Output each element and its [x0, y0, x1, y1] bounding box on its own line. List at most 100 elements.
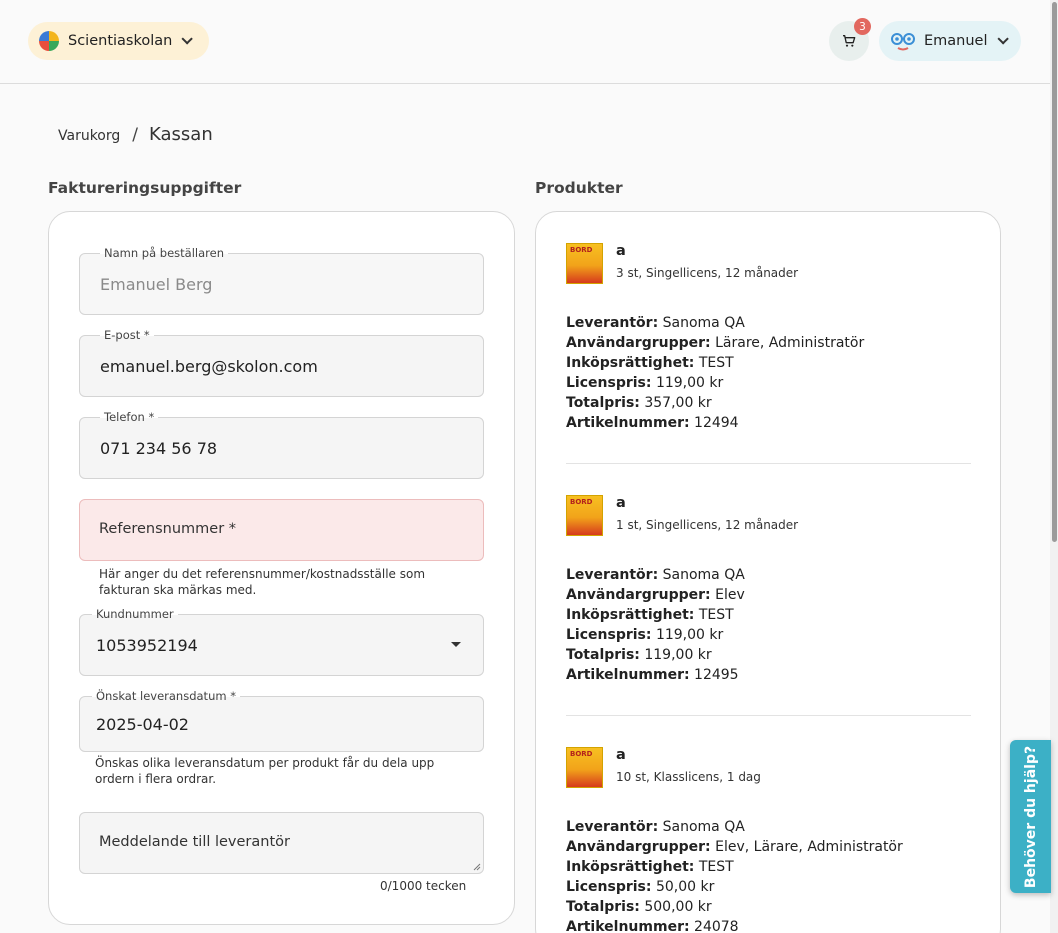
product-subtitle: 3 st, Singellicens, 12 månader	[616, 266, 799, 280]
product-purchase-right: Inköpsrättighet: TEST	[566, 353, 734, 373]
help-label: Behöver du hjälp?	[1022, 745, 1039, 888]
product-article-number: Artikelnummer: 24078	[566, 917, 739, 933]
phone-value: 071 234 56 78	[100, 439, 218, 458]
supplier-label: Leverantör:	[566, 315, 659, 331]
article-number-label: Artikelnummer:	[566, 415, 690, 431]
supplier-label: Leverantör:	[566, 819, 659, 835]
product-thumbnail: BORD	[566, 243, 603, 284]
delivery-date-label: Önskat leveransdatum *	[92, 688, 240, 704]
chevron-down-icon	[181, 33, 194, 45]
supplier-value: Sanoma QA	[662, 819, 745, 835]
product-divider	[566, 463, 971, 464]
phone-field[interactable]: Telefon * 071 234 56 78	[79, 409, 484, 479]
article-number-value: 24078	[694, 919, 739, 933]
reference-number-field[interactable]: Referensnummer *	[79, 499, 484, 561]
reference-number-placeholder: Referensnummer *	[99, 521, 237, 537]
orderer-name-value: Emanuel Berg	[100, 275, 213, 294]
product-purchase-right: Inköpsrättighet: TEST	[566, 605, 734, 625]
product-item: BORD a 1 st, Singellicens, 12 månader Le…	[566, 495, 971, 695]
purchase-right-label: Inköpsrättighet:	[566, 355, 695, 371]
school-name: Scientiaskolan	[68, 33, 173, 49]
breadcrumb-cart-link[interactable]: Varukorg	[58, 128, 120, 144]
user-groups-label: Användargrupper:	[566, 587, 711, 603]
billing-card: Namn på beställaren Emanuel Berg E-post …	[48, 211, 515, 925]
resize-handle-icon[interactable]	[473, 863, 481, 871]
email-label: E-post *	[100, 327, 154, 343]
product-user-groups: Användargrupper: Elev, Lärare, Administr…	[566, 837, 903, 857]
total-price-value: 357,00 kr	[644, 395, 712, 411]
product-article-number: Artikelnummer: 12494	[566, 413, 739, 433]
cart-count-badge: 3	[854, 18, 871, 35]
breadcrumb: Varukorg / Kassan	[58, 124, 213, 145]
user-name: Emanuel	[924, 33, 988, 49]
delivery-date-value: 2025-04-02	[96, 715, 189, 734]
scrollbar-thumb[interactable]	[1052, 2, 1057, 542]
supplier-value: Sanoma QA	[662, 567, 745, 583]
product-title: a	[616, 243, 626, 259]
product-thumbnail: BORD	[566, 747, 603, 788]
article-number-value: 12494	[694, 415, 739, 431]
customer-number-select[interactable]: Kundnummer 1053952194	[79, 606, 484, 676]
license-price-value: 119,00 kr	[655, 627, 724, 643]
product-supplier: Leverantör: Sanoma QA	[566, 565, 745, 585]
supplier-label: Leverantör:	[566, 567, 659, 583]
product-subtitle: 1 st, Singellicens, 12 månader	[616, 518, 799, 532]
purchase-right-value: TEST	[698, 607, 734, 623]
total-price-label: Totalpris:	[566, 899, 640, 915]
product-title: a	[616, 495, 626, 511]
user-groups-value: Elev	[715, 587, 745, 603]
cart-icon	[843, 35, 856, 47]
article-number-label: Artikelnummer:	[566, 667, 690, 683]
user-groups-label: Användargrupper:	[566, 335, 711, 351]
supplier-message-textarea[interactable]: Meddelande till leverantör	[79, 812, 484, 874]
license-price-label: Licenspris:	[566, 627, 652, 643]
license-price-value: 50,00 kr	[655, 879, 715, 895]
chevron-down-icon	[996, 33, 1009, 45]
license-price-label: Licenspris:	[566, 375, 652, 391]
email-field[interactable]: E-post * emanuel.berg@skolon.com	[79, 327, 484, 397]
product-supplier: Leverantör: Sanoma QA	[566, 817, 745, 837]
customer-number-label: Kundnummer	[92, 606, 178, 622]
total-price-label: Totalpris:	[566, 395, 640, 411]
article-number-value: 12495	[694, 667, 739, 683]
product-user-groups: Användargrupper: Lärare, Administratör	[566, 333, 864, 353]
phone-label: Telefon *	[100, 409, 159, 425]
customer-number-value: 1053952194	[96, 636, 198, 655]
products-card: BORD a 3 st, Singellicens, 12 månader Le…	[535, 211, 1001, 933]
delivery-date-field[interactable]: Önskat leveransdatum * 2025-04-02	[79, 688, 484, 752]
product-total-price: Totalpris: 500,00 kr	[566, 897, 712, 917]
products-title: Produkter	[535, 179, 623, 197]
user-groups-value: Lärare, Administratör	[715, 335, 865, 351]
product-supplier: Leverantör: Sanoma QA	[566, 313, 745, 333]
help-button[interactable]: Behöver du hjälp?	[1010, 740, 1051, 893]
breadcrumb-separator: /	[132, 125, 139, 145]
email-value: emanuel.berg@skolon.com	[100, 357, 318, 376]
user-menu-button[interactable]: Emanuel	[879, 21, 1021, 61]
purchase-right-label: Inköpsrättighet:	[566, 859, 695, 875]
product-item: BORD a 10 st, Klasslicens, 1 dag Leveran…	[566, 747, 971, 933]
product-item: BORD a 3 st, Singellicens, 12 månader Le…	[566, 243, 971, 443]
dropdown-arrow-icon	[451, 642, 461, 647]
orderer-name-label: Namn på beställaren	[100, 245, 228, 261]
license-price-value: 119,00 kr	[655, 375, 724, 391]
total-price-label: Totalpris:	[566, 647, 640, 663]
top-bar: Scientiaskolan 3 Emanuel	[0, 0, 1050, 84]
product-license-price: Licenspris: 119,00 kr	[566, 373, 723, 393]
billing-title: Faktureringsuppgifter	[48, 179, 242, 197]
school-selector[interactable]: Scientiaskolan	[28, 22, 209, 60]
license-price-label: Licenspris:	[566, 879, 652, 895]
total-price-value: 119,00 kr	[644, 647, 712, 663]
product-license-price: Licenspris: 50,00 kr	[566, 877, 714, 897]
total-price-value: 500,00 kr	[644, 899, 712, 915]
product-purchase-right: Inköpsrättighet: TEST	[566, 857, 734, 877]
product-user-groups: Användargrupper: Elev	[566, 585, 745, 605]
product-title: a	[616, 747, 626, 763]
supplier-value: Sanoma QA	[662, 315, 745, 331]
breadcrumb-current: Kassan	[149, 124, 213, 145]
school-logo-icon	[39, 31, 59, 51]
purchase-right-label: Inköpsrättighet:	[566, 607, 695, 623]
orderer-name-field: Namn på beställaren Emanuel Berg	[79, 245, 484, 315]
avatar	[891, 33, 915, 51]
product-license-price: Licenspris: 119,00 kr	[566, 625, 723, 645]
character-counter: 0/1000 tecken	[380, 879, 467, 893]
